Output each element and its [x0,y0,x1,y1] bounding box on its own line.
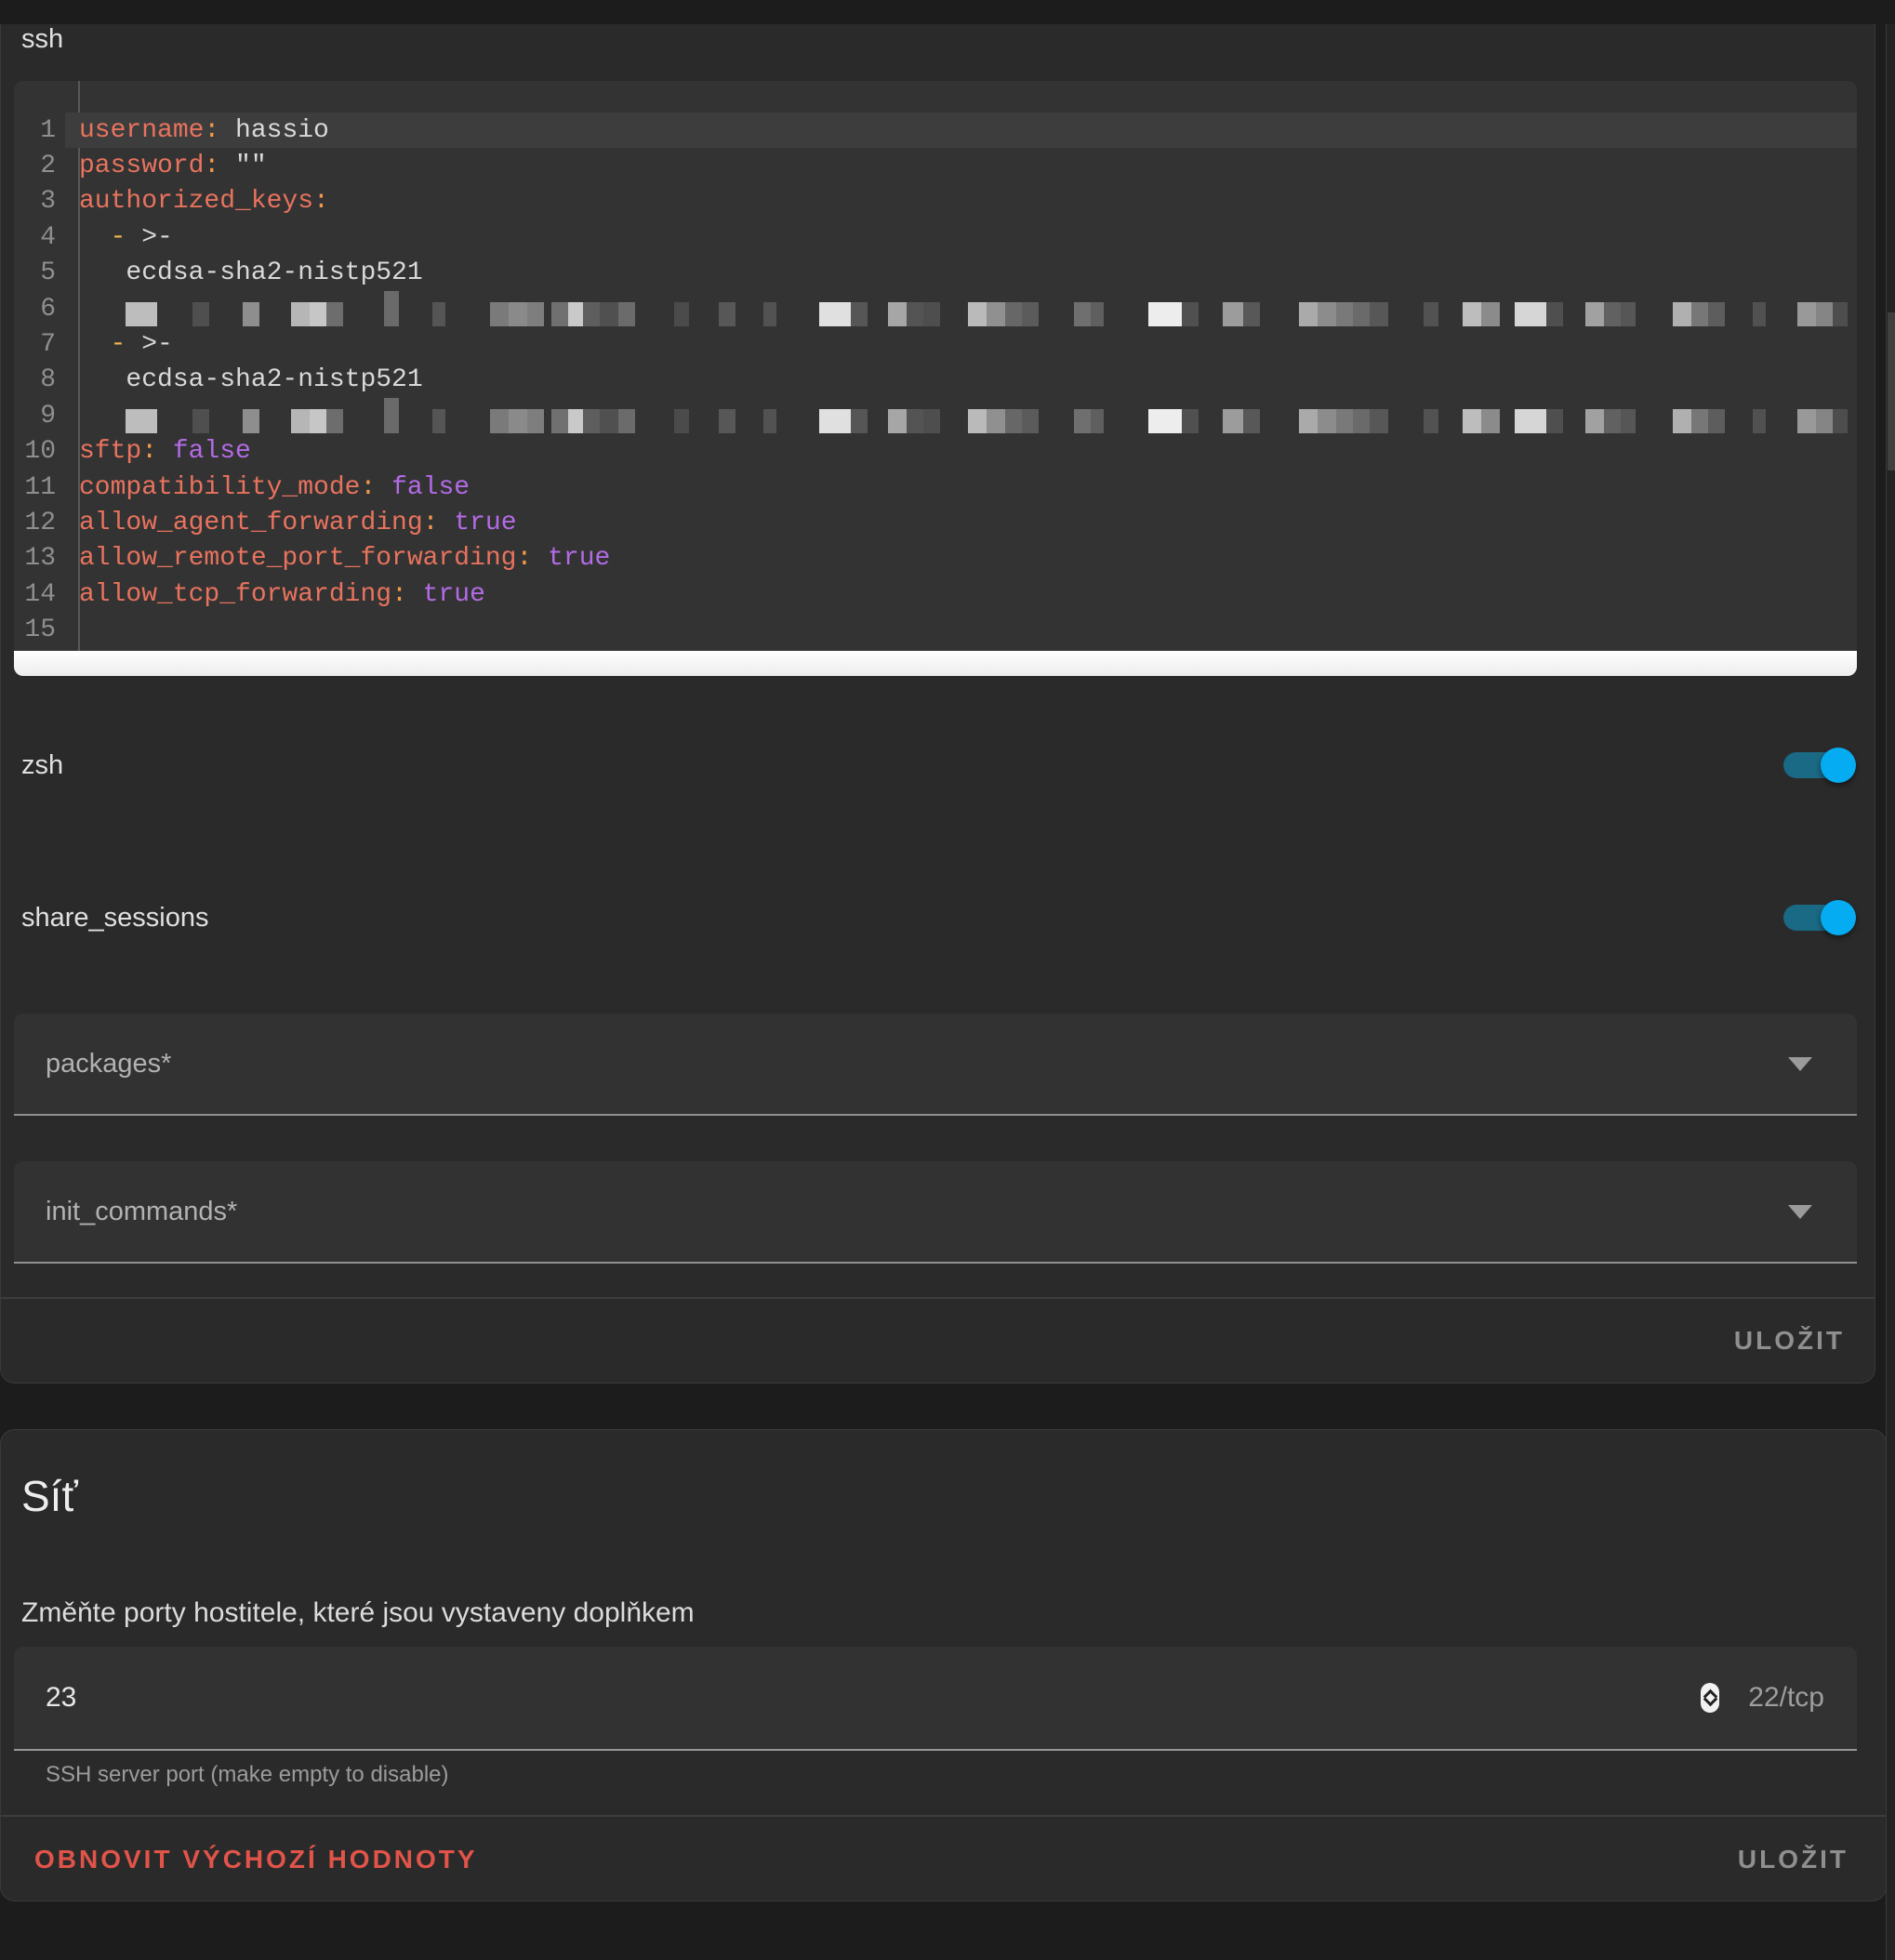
code-line-content: - >- [65,326,1857,362]
code-line-content: - >- [65,219,1857,255]
network-card-footer: OBNOVIT VÝCHOZÍ HODNOTY ULOŽIT [1,1817,1886,1901]
code-line-content: authorized_keys: [65,184,1857,219]
line-number: 15 [14,616,65,644]
editor-line[interactable]: 10sftp: false [14,434,1857,470]
select-label: init_commands* [14,1197,237,1227]
toggle-label: zsh [21,750,63,781]
code-line-content: sftp: false [65,434,1857,470]
code-line-content: ecdsa-sha2-nistp521 [65,363,1857,398]
editor-line[interactable]: 11compatibility_mode: false [14,470,1857,505]
editor-line[interactable]: 6 [14,291,1857,326]
scrollbar-thumb[interactable] [1888,312,1895,470]
reset-defaults-button[interactable]: OBNOVIT VÝCHOZÍ HODNOTY [34,1845,478,1874]
editor-field-label: ssh [21,24,1875,55]
line-number: 6 [14,295,65,324]
editor-line[interactable]: 8 ecdsa-sha2-nistp521 [14,363,1857,398]
toggle-thumb [1821,900,1856,935]
chevron-down-icon [1788,1205,1812,1219]
code-line-content: compatibility_mode: false [65,470,1857,505]
yaml-code-editor[interactable]: 1username: hassio2password: ""3authorize… [14,81,1857,676]
option-row-zsh: zsh [21,739,1854,791]
editor-line[interactable]: 15 [14,612,1857,647]
network-card-subtitle: Změňte porty hostitele, které jsou vysta… [21,1596,1886,1630]
chevron-down-icon [1788,1057,1812,1071]
line-number: 9 [14,402,65,430]
editor-horizontal-scrollbar[interactable] [14,651,1857,676]
editor-line[interactable]: 4 - >- [14,219,1857,255]
zsh-toggle[interactable] [1783,747,1854,784]
ssh-port-field[interactable]: 22/tcp [14,1647,1857,1751]
line-number: 3 [14,187,65,216]
addon-options-card: ssh 1username: hassio2password: ""3autho… [0,24,1875,1384]
save-button[interactable]: ULOŽIT [1734,1326,1845,1356]
redacted-key-blur [126,398,1857,433]
code-line-content: password: "" [65,148,1857,183]
editor-line[interactable]: 5 ecdsa-sha2-nistp521 [14,256,1857,291]
editor-line[interactable]: 3authorized_keys: [14,184,1857,219]
code-line-content: username: hassio [65,113,1857,148]
editor-line[interactable]: 12allow_agent_forwarding: true [14,505,1857,540]
editor-line[interactable]: 13allow_remote_port_forwarding: true [14,541,1857,576]
line-number: 8 [14,365,65,394]
editor-lines: 1username: hassio2password: ""3authorize… [14,113,1857,648]
init-commands-select[interactable]: init_commands* [14,1161,1857,1264]
line-number: 10 [14,437,65,466]
page-vertical-scrollbar[interactable] [1886,24,1895,1960]
code-line-content: allow_tcp_forwarding: true [65,576,1857,612]
code-line-content: allow_agent_forwarding: true [65,505,1857,540]
editor-line[interactable]: 2password: "" [14,148,1857,183]
toggle-label: share_sessions [21,903,209,934]
editor-line[interactable]: 9 [14,398,1857,433]
container-port-label: 22/tcp [1748,1682,1824,1714]
port-field-suffix-group: 22/tcp [1701,1682,1857,1714]
line-number: 2 [14,152,65,180]
option-row-share-sessions: share_sessions [21,892,1854,944]
port-helper-text: SSH server port (make empty to disable) [46,1762,1886,1788]
code-line-content: allow_remote_port_forwarding: true [65,541,1857,576]
share-sessions-toggle[interactable] [1783,899,1854,936]
line-number: 5 [14,258,65,287]
redacted-key-line [65,291,1857,326]
network-card-title: Síť [21,1472,1886,1520]
editor-line[interactable]: 7 - >- [14,326,1857,362]
save-button[interactable]: ULOŽIT [1738,1845,1849,1874]
network-card: Síť Změňte porty hostitele, které jsou v… [0,1429,1887,1901]
code-line-content [65,612,1857,647]
toggle-thumb [1821,748,1856,783]
line-number: 11 [14,473,65,502]
redacted-key-blur [126,291,1857,326]
line-number: 13 [14,544,65,573]
editor-line[interactable]: 14allow_tcp_forwarding: true [14,576,1857,612]
ssh-port-input[interactable] [14,1681,419,1715]
number-stepper-icon[interactable] [1701,1683,1719,1713]
line-number: 4 [14,223,65,252]
redacted-key-line [65,398,1857,433]
editor-line[interactable]: 1username: hassio [14,113,1857,148]
line-number: 14 [14,580,65,609]
select-label: packages* [14,1049,171,1079]
line-number: 7 [14,330,65,359]
options-card-footer: ULOŽIT [1,1299,1875,1383]
line-number: 12 [14,509,65,537]
code-line-content: ecdsa-sha2-nistp521 [65,256,1857,291]
line-number: 1 [14,116,65,145]
packages-select[interactable]: packages* [14,1013,1857,1116]
